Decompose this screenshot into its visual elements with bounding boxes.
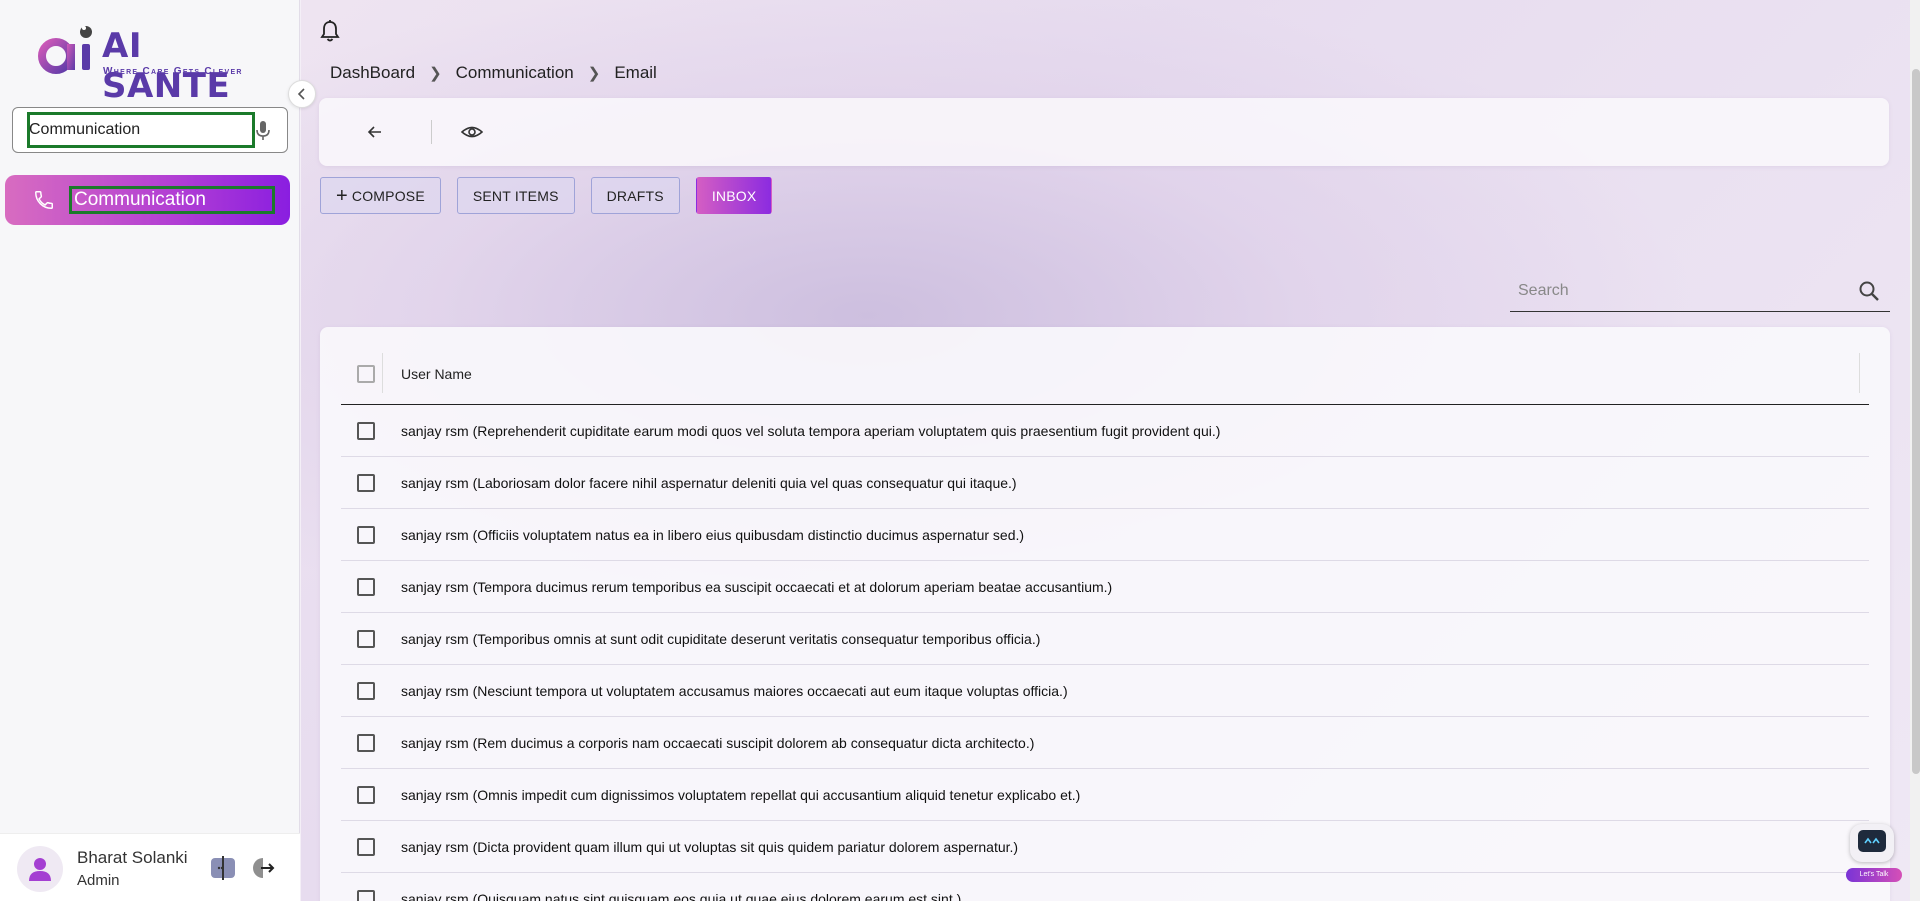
row-user-name: sanjay rsm (Dicta provident quam illum q… (401, 839, 1019, 855)
table-row[interactable]: sanjay rsm (Temporibus omnis at sunt odi… (341, 613, 1869, 665)
row-checkbox[interactable] (357, 578, 375, 596)
breadcrumb: DashBoard ❯ Communication ❯ Email (330, 63, 657, 83)
breadcrumb-separator-icon: ❯ (587, 65, 601, 82)
row-checkbox[interactable] (357, 682, 375, 700)
column-separator (1859, 353, 1860, 393)
user-footer: Bharat Solanki Admin (0, 833, 300, 901)
row-checkbox[interactable] (357, 838, 375, 856)
row-checkbox[interactable] (357, 786, 375, 804)
robot-icon (1850, 824, 1894, 862)
row-checkbox[interactable] (357, 734, 375, 752)
email-search-input[interactable] (1518, 277, 1838, 305)
tab-inbox[interactable]: INBOX (695, 177, 773, 214)
row-user-name: sanjay rsm (Temporibus omnis at sunt odi… (401, 631, 1041, 647)
sent-items-label: SENT ITEMS (472, 187, 559, 204)
row-user-name: sanjay rsm (Officiis voluptatem natus ea… (401, 527, 1025, 543)
main-content: DashBoard ❯ Communication ❯ Email + COMP… (301, 0, 1920, 901)
breadcrumb-dashboard[interactable]: DashBoard (330, 63, 415, 83)
mic-icon[interactable] (253, 120, 273, 142)
sidebar-search-input[interactable] (29, 115, 251, 145)
row-user-name: sanjay rsm (Laboriosam dolor facere nihi… (401, 475, 1017, 491)
toolbar-divider (431, 120, 432, 144)
chatbot-label: Let's Talk (1846, 868, 1902, 882)
back-arrow-icon[interactable] (365, 122, 385, 142)
table-row[interactable]: sanjay rsm (Laboriosam dolor facere nihi… (341, 457, 1869, 509)
logo-mark-icon (38, 26, 92, 74)
tab-drafts[interactable]: DRAFTS (590, 177, 680, 214)
user-role: Admin (77, 872, 120, 889)
avatar[interactable] (17, 846, 63, 892)
email-tabs: + COMPOSE SENT ITEMS DRAFTS INBOX (320, 177, 773, 214)
user-name: Bharat Solanki (77, 848, 188, 867)
table-row[interactable]: sanjay rsm (Dicta provident quam illum q… (341, 821, 1869, 873)
compose-button[interactable]: + COMPOSE (320, 177, 441, 214)
breadcrumb-communication[interactable]: Communication (456, 63, 574, 83)
select-all-checkbox[interactable] (357, 365, 375, 383)
collapse-sidebar-button[interactable] (288, 80, 316, 108)
scrollbar-thumb[interactable] (1912, 69, 1920, 774)
email-search (1510, 272, 1890, 312)
row-user-name: sanjay rsm (Rem ducimus a corporis nam o… (401, 735, 1035, 751)
chatbot-button[interactable]: Let's Talk (1846, 822, 1902, 886)
row-user-name: sanjay rsm (Tempora ducimus rerum tempor… (401, 579, 1113, 595)
row-user-name: sanjay rsm (Omnis impedit cum dignissimo… (401, 787, 1081, 803)
toolbar-card (319, 98, 1889, 166)
chevron-left-icon (297, 88, 305, 100)
sidebar-item-communication[interactable]: Communication (5, 175, 290, 225)
tab-sent-items[interactable]: SENT ITEMS (456, 177, 575, 214)
row-user-name: sanjay rsm (Quisquam natus sint quisquam… (401, 891, 962, 901)
brand-tagline: Where Care Gets Clever (103, 66, 243, 77)
sidebar-item-label: Communication (74, 189, 206, 210)
robot-eyes-icon (1864, 837, 1880, 844)
user-icon (29, 858, 51, 881)
plus-icon: + (336, 184, 348, 207)
switch-role-icon[interactable] (210, 856, 236, 880)
row-user-name: sanjay rsm (Nesciunt tempora ut voluptat… (401, 683, 1068, 699)
row-user-name: sanjay rsm (Reprehenderit cupiditate ear… (401, 423, 1221, 439)
table-header: User Name (341, 341, 1869, 405)
table-row[interactable]: sanjay rsm (Tempora ducimus rerum tempor… (341, 561, 1869, 613)
column-separator (382, 353, 383, 393)
breadcrumb-email: Email (614, 63, 657, 82)
brand-logo[interactable]: AI SANTE Where Care Gets Clever (38, 18, 270, 106)
table-row[interactable]: sanjay rsm (Omnis impedit cum dignissimo… (341, 769, 1869, 821)
search-icon[interactable] (1858, 280, 1880, 302)
compose-label: COMPOSE (351, 187, 425, 204)
robot-face (1858, 830, 1886, 852)
logout-icon[interactable] (251, 856, 275, 880)
sidebar-search (12, 107, 288, 153)
drafts-label: DRAFTS (606, 187, 664, 204)
sidebar: AI SANTE Where Care Gets Clever Communic… (0, 0, 300, 901)
notification-bell-icon[interactable] (319, 19, 341, 43)
row-checkbox[interactable] (357, 630, 375, 648)
table-row[interactable]: sanjay rsm (Nesciunt tempora ut voluptat… (341, 665, 1869, 717)
row-checkbox[interactable] (357, 474, 375, 492)
eye-icon[interactable] (461, 122, 483, 142)
table-row[interactable]: sanjay rsm (Rem ducimus a corporis nam o… (341, 717, 1869, 769)
phone-icon (35, 191, 53, 209)
table-row[interactable]: sanjay rsm (Reprehenderit cupiditate ear… (341, 405, 1869, 457)
breadcrumb-separator-icon: ❯ (429, 65, 442, 82)
inbox-label: INBOX (711, 187, 757, 204)
row-checkbox[interactable] (357, 890, 375, 901)
row-checkbox[interactable] (357, 422, 375, 440)
table-row[interactable]: sanjay rsm (Quisquam natus sint quisquam… (341, 873, 1869, 901)
email-table: User Name sanjay rsm (Reprehenderit cupi… (320, 327, 1890, 901)
table-row[interactable]: sanjay rsm (Officiis voluptatem natus ea… (341, 509, 1869, 561)
row-checkbox[interactable] (357, 526, 375, 544)
column-header-user-name[interactable]: User Name (401, 366, 472, 382)
